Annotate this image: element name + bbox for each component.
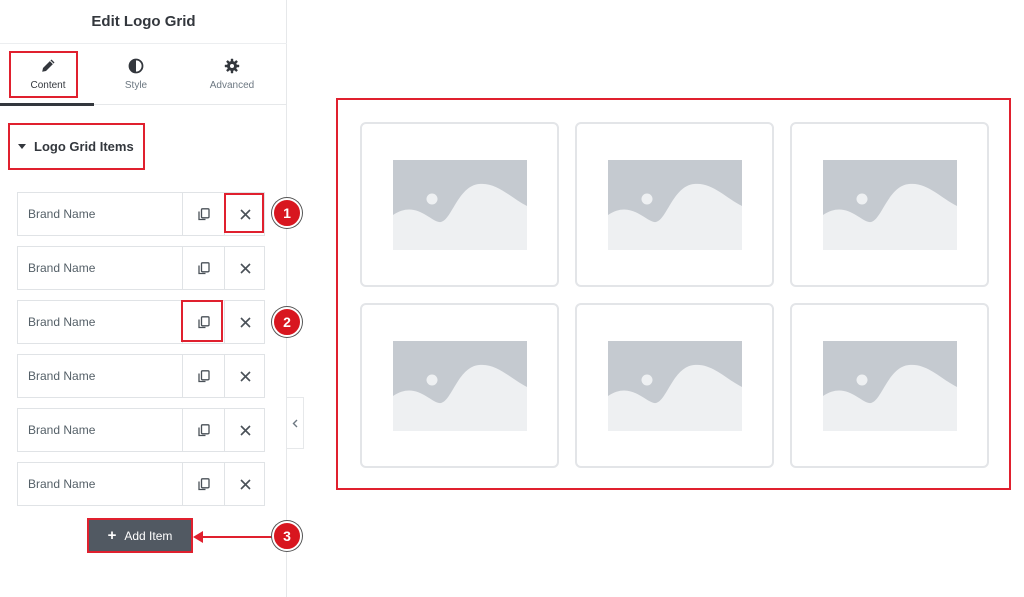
- repeater-item-title[interactable]: Brand Name: [18, 193, 182, 235]
- image-placeholder-icon: [822, 159, 957, 250]
- add-item-label: Add Item: [124, 528, 173, 543]
- half-circle-icon: [128, 58, 144, 74]
- repeater-item-title[interactable]: Brand Name: [18, 247, 182, 289]
- duplicate-icon: [197, 477, 210, 490]
- logo-grid-item: [790, 122, 989, 287]
- image-placeholder-icon: [607, 159, 742, 250]
- repeater-item: Brand Name: [17, 408, 265, 452]
- callout-arrow-line: [200, 536, 272, 538]
- repeater-item-title[interactable]: Brand Name: [18, 301, 182, 343]
- chevron-left-icon: [292, 419, 298, 427]
- repeater-item-title[interactable]: Brand Name: [18, 409, 182, 451]
- tab-style-label: Style: [124, 80, 148, 91]
- plus-icon: +: [107, 527, 117, 544]
- duplicate-button[interactable]: [182, 247, 224, 289]
- panel-title: Edit Logo Grid: [0, 0, 287, 44]
- logo-grid-item: [360, 122, 559, 287]
- remove-button[interactable]: [224, 301, 266, 343]
- repeater-item-title[interactable]: Brand Name: [18, 355, 182, 397]
- duplicate-button[interactable]: [182, 463, 224, 505]
- image-placeholder-icon: [392, 340, 527, 431]
- callout-marker-1: 1: [272, 198, 302, 228]
- section-logo-grid-items[interactable]: Logo Grid Items: [8, 123, 145, 170]
- close-icon: [240, 370, 251, 382]
- remove-button[interactable]: [224, 247, 266, 289]
- logo-grid-item: [790, 303, 989, 468]
- remove-button-highlight: [224, 193, 264, 233]
- remove-button[interactable]: [224, 463, 266, 505]
- tab-advanced-label: Advanced: [209, 80, 255, 91]
- section-title-label: Logo Grid Items: [34, 139, 134, 154]
- image-placeholder-icon: [392, 159, 527, 250]
- tab-style[interactable]: Style: [88, 44, 184, 105]
- tab-advanced[interactable]: Advanced: [184, 44, 280, 105]
- logo-grid-item: [360, 303, 559, 468]
- repeater-item: Brand Name: [17, 354, 265, 398]
- duplicate-icon: [197, 423, 210, 436]
- duplicate-button[interactable]: [182, 193, 224, 235]
- repeater-item: Brand Name: [17, 462, 265, 506]
- image-placeholder-icon: [822, 340, 957, 431]
- callout-marker-2: 2: [272, 307, 302, 337]
- logo-grid-item: [575, 303, 774, 468]
- close-icon: [240, 316, 251, 328]
- content-tab-highlight: [9, 51, 78, 98]
- duplicate-button[interactable]: [182, 409, 224, 451]
- image-placeholder-icon: [607, 340, 742, 431]
- callout-arrow-head: [193, 531, 203, 543]
- duplicate-button[interactable]: [182, 355, 224, 397]
- gear-icon: [224, 58, 240, 74]
- logo-grid-preview: [336, 98, 1011, 490]
- close-icon: [240, 424, 251, 436]
- remove-button[interactable]: [224, 355, 266, 397]
- caret-down-icon: [18, 144, 26, 149]
- repeater-item: Brand Name: [17, 300, 265, 344]
- callout-marker-3: 3: [272, 521, 302, 551]
- duplicate-button-highlight: [181, 300, 223, 342]
- remove-button[interactable]: [224, 409, 266, 451]
- add-item-button[interactable]: + Add Item: [87, 518, 193, 553]
- logo-grid-item: [575, 122, 774, 287]
- duplicate-icon: [197, 369, 210, 382]
- repeater-item: Brand Name: [17, 246, 265, 290]
- collapse-panel-toggle[interactable]: [287, 397, 304, 449]
- active-tab-indicator: [0, 103, 94, 106]
- duplicate-icon: [197, 207, 210, 220]
- duplicate-icon: [197, 261, 210, 274]
- close-icon: [240, 478, 251, 490]
- repeater-list: Brand Name Brand Name Brand Name Brand N…: [17, 192, 265, 516]
- repeater-item-title[interactable]: Brand Name: [18, 463, 182, 505]
- close-icon: [240, 262, 251, 274]
